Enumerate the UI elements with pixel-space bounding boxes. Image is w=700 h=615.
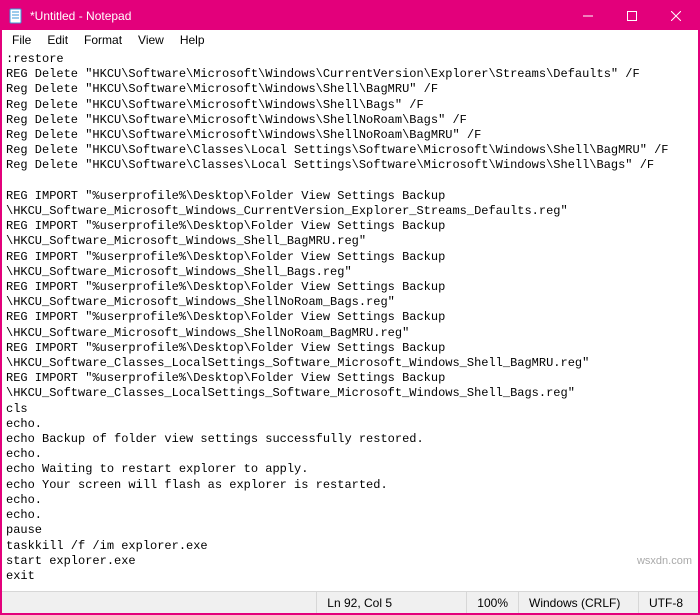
minimize-button[interactable] [566, 2, 610, 30]
status-zoom: 100% [466, 592, 518, 613]
menu-file[interactable]: File [4, 32, 39, 48]
menu-help[interactable]: Help [172, 32, 213, 48]
window-title: *Untitled - Notepad [30, 9, 131, 23]
close-button[interactable] [654, 2, 698, 30]
maximize-button[interactable] [610, 2, 654, 30]
menu-view[interactable]: View [130, 32, 172, 48]
editor-textarea[interactable]: :restore REG Delete "HKCU\Software\Micro… [2, 50, 698, 591]
status-line-ending: Windows (CRLF) [518, 592, 638, 613]
status-encoding: UTF-8 [638, 592, 698, 613]
window-controls [566, 2, 698, 30]
menubar: File Edit Format View Help [2, 30, 698, 50]
menu-edit[interactable]: Edit [39, 32, 76, 48]
notepad-icon [8, 8, 24, 24]
statusbar: Ln 92, Col 5 100% Windows (CRLF) UTF-8 [2, 591, 698, 613]
editor-area: :restore REG Delete "HKCU\Software\Micro… [2, 50, 698, 591]
titlebar[interactable]: *Untitled - Notepad [2, 2, 698, 30]
menu-format[interactable]: Format [76, 32, 130, 48]
notepad-window: *Untitled - Notepad File Edit Format Vie… [0, 0, 700, 615]
status-position: Ln 92, Col 5 [316, 592, 466, 613]
